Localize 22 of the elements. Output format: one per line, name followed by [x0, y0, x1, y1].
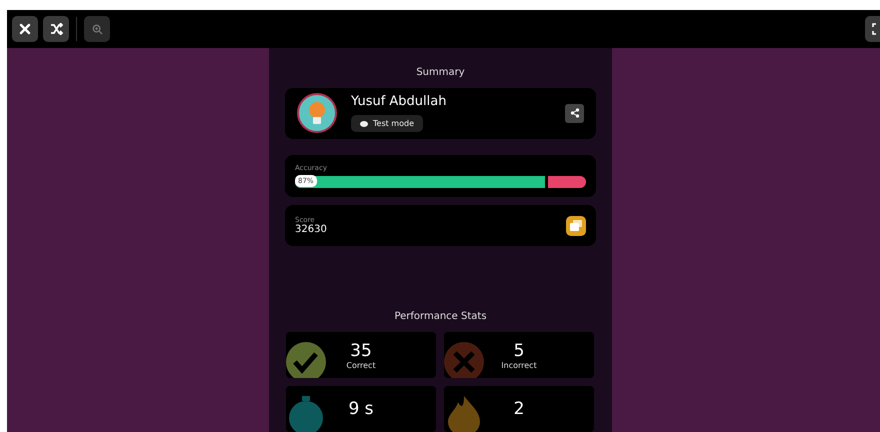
shuffle-icon — [50, 23, 62, 35]
avatar-icon — [297, 93, 337, 134]
shuffle-button[interactable] — [43, 16, 69, 42]
cards-button[interactable] — [566, 216, 586, 236]
share-button[interactable] — [565, 104, 584, 123]
close-icon — [19, 23, 31, 35]
score-value: 32630 — [295, 224, 327, 236]
section-title: Summary — [416, 67, 465, 78]
share-icon — [570, 108, 580, 118]
player-name: Yusuf Abdullah — [351, 94, 446, 110]
stat-value: 35 — [350, 340, 372, 360]
mode-label: Test mode — [373, 119, 414, 128]
stat-value: 2 — [514, 399, 524, 419]
cards-icon — [570, 220, 582, 232]
zoom-icon — [92, 24, 102, 34]
stat-label: Incorrect — [501, 360, 537, 370]
stat-value: 9 s — [348, 399, 374, 419]
section-title: Performance Stats — [394, 311, 487, 322]
close-button[interactable] — [12, 16, 38, 42]
stopwatch-icon — [286, 394, 326, 432]
stat-label: Correct — [346, 360, 376, 370]
stat-value: 5 — [514, 340, 524, 360]
